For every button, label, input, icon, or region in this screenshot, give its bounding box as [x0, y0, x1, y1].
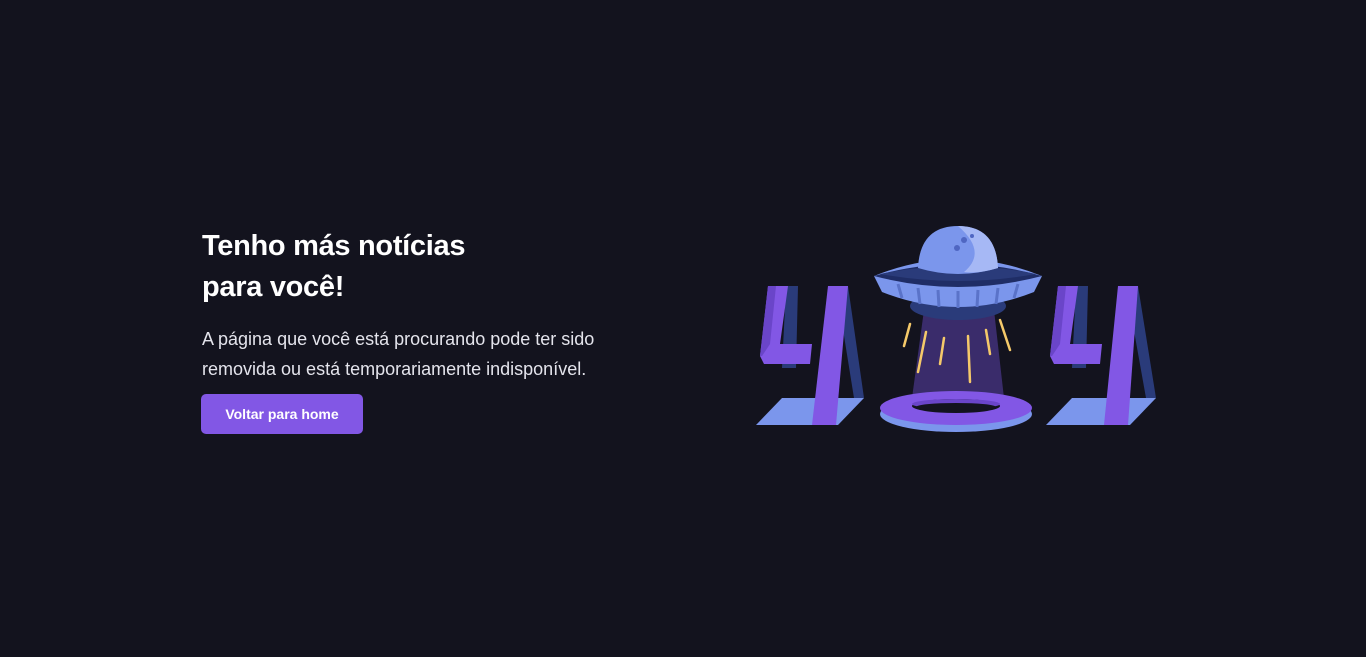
ufo-404-illustration — [756, 226, 1156, 432]
page-title: Tenho más notícias para você! — [202, 226, 642, 308]
title-line-1: Tenho más notícias — [202, 230, 466, 262]
description-line-2: removida ou está temporariamente indispo… — [202, 359, 587, 379]
error-description: A página que você está procurando pode t… — [202, 324, 642, 384]
error-message-section: Tenho más notícias para você! A página q… — [201, 226, 642, 434]
description-line-1: A página que você está procurando pode t… — [202, 329, 595, 349]
error-page: Tenho más notícias para você! A página q… — [0, 0, 1366, 657]
digit-four-right-icon — [1046, 286, 1156, 425]
back-to-home-button[interactable]: Voltar para home — [201, 394, 363, 434]
landing-ring — [880, 391, 1032, 432]
title-line-2: para você! — [202, 271, 345, 303]
digit-four-left-icon — [756, 286, 864, 425]
ufo-icon — [874, 226, 1042, 320]
